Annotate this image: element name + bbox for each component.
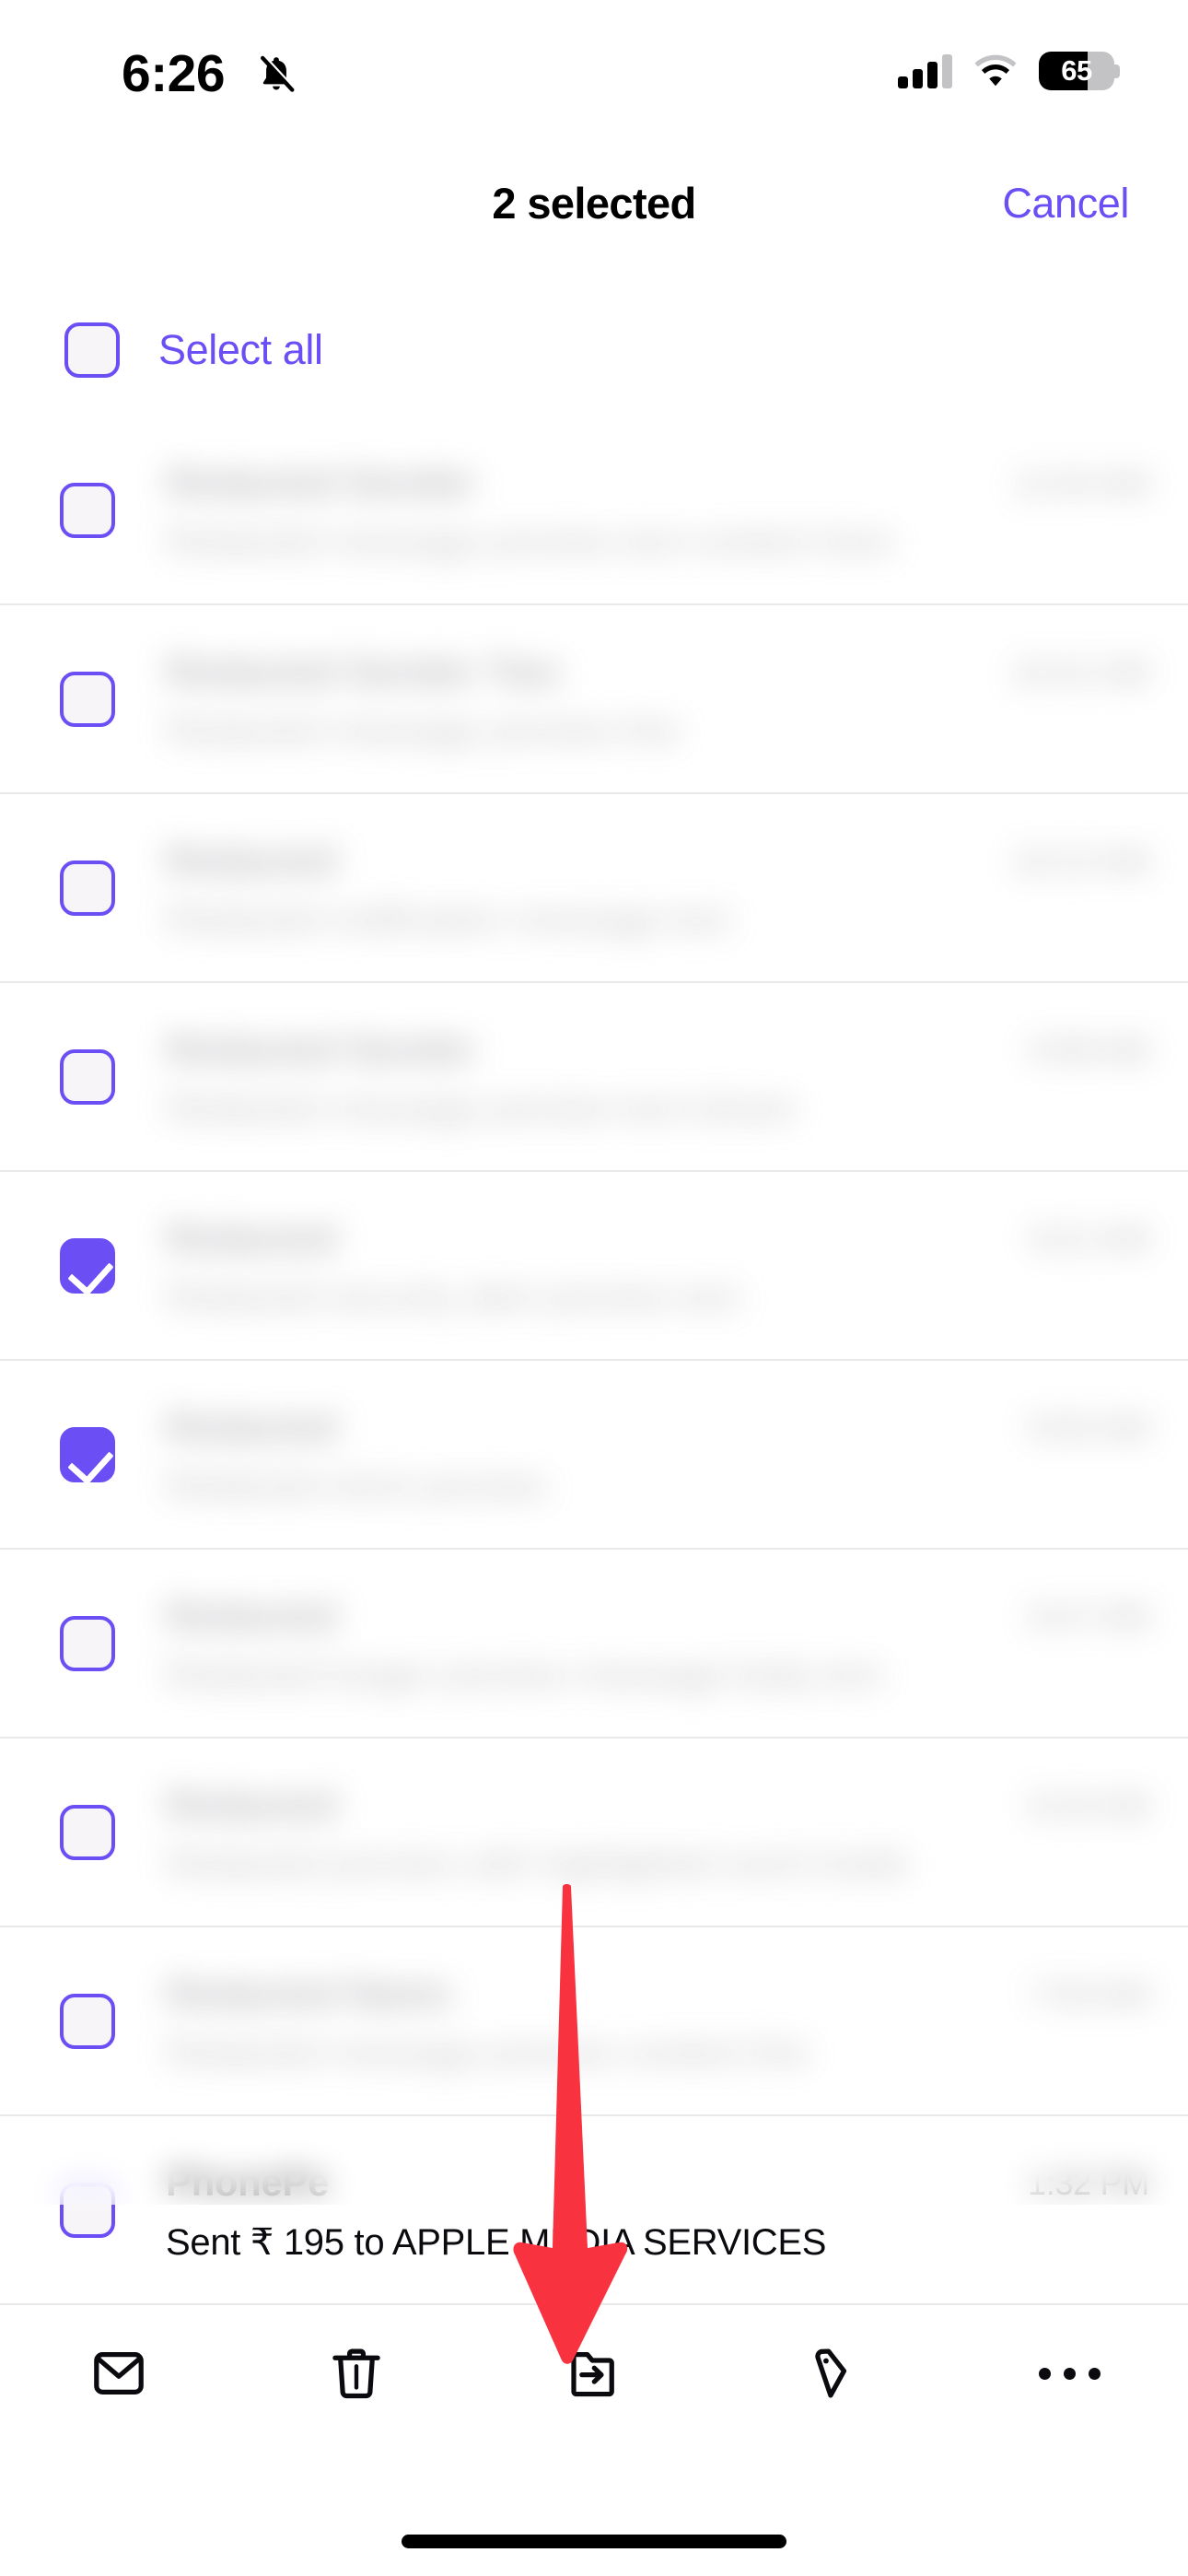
delete-button[interactable] (287, 2323, 425, 2424)
row-preview: Sent ₹ 195 to APPLE MEDIA SERVICES (166, 2222, 827, 2263)
row-preview: Redacted longer preview message body tex… (166, 1655, 882, 1695)
select-all-label: Select all (158, 326, 323, 373)
row-preview: Redacted notification message text (166, 899, 730, 940)
mark-read-button[interactable] (50, 2323, 188, 2424)
row-content: Redacted Sender Two Redacted message prev… (143, 605, 1188, 792)
row-timestamp: 8:47 AM (1030, 1598, 1149, 1635)
row-sender: Redacted Name (166, 1972, 451, 2015)
row-checkbox[interactable] (60, 1804, 115, 1860)
row-checkbox[interactable] (60, 482, 115, 538)
row-checkbox[interactable] (60, 1237, 115, 1294)
row-sender: Redacted Sender (166, 461, 477, 504)
row-preview: Redacted security alert preview text (166, 1277, 740, 1317)
row-timestamp: 11:04 AM (1013, 464, 1149, 502)
wifi-icon (974, 54, 1017, 87)
row-checkbox[interactable] (60, 671, 115, 727)
row-content: Redacted Name Redacted message preview co… (143, 1927, 1188, 2114)
row-sender: Redacted (166, 1405, 337, 1448)
row-content: Redacted Redacted preview with highlighte… (143, 1739, 1188, 1926)
tag-icon (815, 2348, 847, 2398)
battery-percent-label: 65 (1061, 54, 1092, 87)
status-bar-time: 6:26 (122, 44, 226, 103)
row-sender: Redacted (166, 1783, 337, 1826)
select-all-row[interactable]: Select all (0, 304, 1188, 396)
row-sender: Redacted (166, 1594, 337, 1637)
row-timestamp: 9:58 AM (1030, 1031, 1149, 1069)
row-timestamp: 10:12 AM (1011, 842, 1149, 880)
table-row[interactable]: Redacted Sender Redacted message preview … (0, 983, 1188, 1172)
trash-icon (332, 2348, 380, 2399)
row-timestamp: 10:41 AM (1011, 653, 1149, 691)
row-checkbox[interactable] (60, 1993, 115, 2049)
bell-slash-icon (261, 54, 296, 92)
battery-icon: 65 (1039, 52, 1120, 90)
row-preview: Redacted message preview text content he… (166, 521, 894, 562)
row-checkbox[interactable] (60, 860, 115, 916)
more-options-button[interactable] (1000, 2323, 1138, 2424)
cellular-signal-icon (898, 53, 952, 88)
row-timestamp: 7:53 AM (1030, 1975, 1149, 2013)
row-preview: Redacted message preview content line (166, 2032, 809, 2073)
row-content: Redacted Redacted longer preview message … (143, 1550, 1188, 1737)
move-to-folder-button[interactable] (525, 2323, 663, 2424)
row-timestamp: 9:21 AM (1030, 1220, 1149, 1258)
row-checkbox[interactable] (60, 2182, 115, 2238)
envelope-icon (94, 2352, 144, 2395)
row-content: Redacted Redacted notification message te… (143, 794, 1188, 981)
table-row[interactable]: Redacted Redacted longer preview message … (0, 1550, 1188, 1739)
row-sender: Redacted Sender Two (166, 650, 561, 693)
table-row[interactable]: Redacted Redacted security alert preview … (0, 1172, 1188, 1361)
row-checkbox[interactable] (60, 1048, 115, 1105)
row-content: Redacted Sender Redacted message preview … (143, 416, 1188, 603)
table-row[interactable]: PhonePe Sent ₹ 195 to APPLE MEDIA SERVICE… (0, 2116, 1188, 2305)
action-toolbar (0, 2303, 1188, 2441)
row-checkbox[interactable] (60, 1615, 115, 1671)
home-indicator (402, 2535, 786, 2548)
row-sender: Redacted (166, 838, 337, 882)
row-timestamp: 8:15 AM (1030, 1786, 1149, 1824)
move-to-folder-icon (571, 2352, 614, 2397)
selection-header: 2 selected Cancel (0, 161, 1188, 263)
row-content: PhonePe Sent ₹ 195 to APPLE MEDIA SERVICE… (143, 2116, 1188, 2303)
row-timestamp: 1:32 PM (1028, 2164, 1149, 2202)
row-content: Redacted Redacted short preview 9:02 AM (143, 1361, 1188, 1548)
cancel-button[interactable]: Cancel (1002, 180, 1129, 228)
row-preview: Redacted message preview line (166, 710, 681, 751)
table-row[interactable]: Redacted Name Redacted message preview co… (0, 1927, 1188, 2116)
row-content: Redacted Sender Redacted message preview … (143, 983, 1188, 1170)
row-sender: Redacted (166, 1216, 337, 1259)
row-checkbox[interactable] (60, 1426, 115, 1482)
table-row[interactable]: Redacted Sender Two Redacted message prev… (0, 605, 1188, 794)
row-preview: Redacted short preview (166, 1466, 547, 1506)
phone-screen: 6:26 65 2 selected Cancel Select all Red… (0, 0, 1188, 2576)
select-all-checkbox[interactable] (64, 322, 120, 378)
row-content: Redacted Redacted security alert preview … (143, 1172, 1188, 1359)
label-button[interactable] (763, 2323, 901, 2424)
email-list: Redacted Sender Redacted message preview … (0, 416, 1188, 2305)
status-bar: 6:26 65 (0, 0, 1188, 147)
row-sender: PhonePe (166, 2160, 329, 2204)
table-row[interactable]: Redacted Redacted notification message te… (0, 794, 1188, 983)
status-bar-indicators: 65 (898, 52, 1120, 90)
row-preview: Redacted message preview text shown (166, 1088, 798, 1129)
row-preview: Redacted preview with highlighted word i… (166, 1844, 909, 1884)
row-sender: Redacted Sender (166, 1027, 477, 1071)
more-ellipsis-icon (1038, 2367, 1101, 2380)
table-row[interactable]: Redacted Redacted short preview 9:02 AM (0, 1361, 1188, 1550)
table-row[interactable]: Redacted Sender Redacted message preview … (0, 416, 1188, 605)
table-row[interactable]: Redacted Redacted preview with highlighte… (0, 1739, 1188, 1927)
row-timestamp: 9:02 AM (1030, 1409, 1149, 1446)
